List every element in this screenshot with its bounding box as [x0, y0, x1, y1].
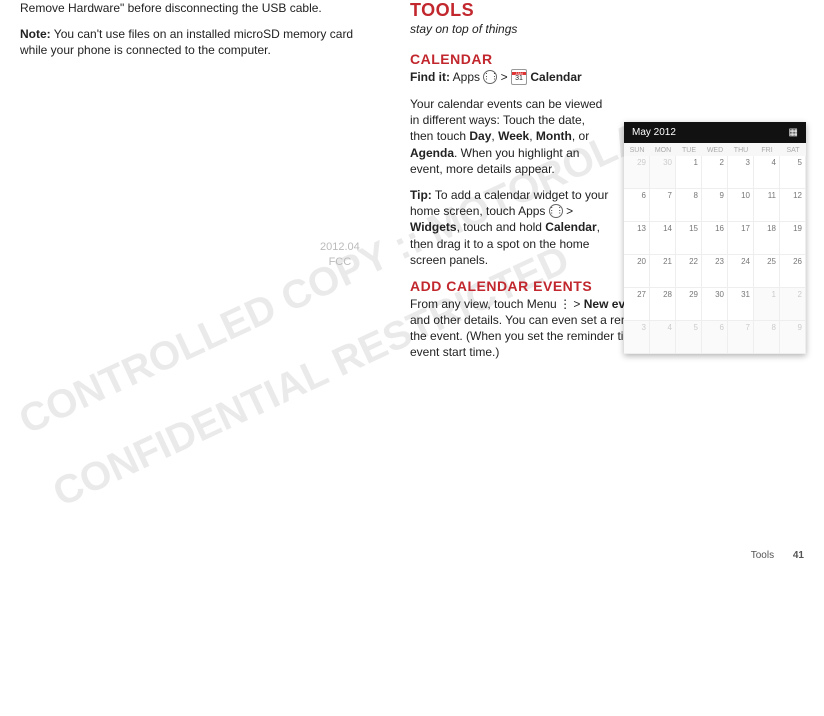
calendar-header: May 2012 ▦ — [624, 122, 806, 143]
calendar-day-cell[interactable]: 17 — [728, 222, 754, 255]
find-it-line: Find it: Apps ⋮⋮ > JAN31 Calendar — [410, 69, 610, 86]
calendar-day-cell[interactable]: 8 — [754, 321, 780, 354]
calendar-day-cell[interactable]: 30 — [650, 156, 676, 189]
tip-paragraph: Tip: To add a calendar widget to your ho… — [410, 187, 610, 268]
calendar-day-cell[interactable]: 20 — [624, 255, 650, 288]
calendar-day-cell[interactable]: 16 — [702, 222, 728, 255]
page: Remove Hardware" before disconnecting th… — [0, 0, 824, 569]
calendar-dow-cell: TUE — [676, 143, 702, 156]
calendar-widget: May 2012 ▦ SUNMONTUEWEDTHUFRISAT 2930123… — [624, 122, 806, 354]
calendar-text-wrap: Find it: Apps ⋮⋮ > JAN31 Calendar Your c… — [410, 69, 610, 294]
calendar-day-cell[interactable]: 29 — [624, 156, 650, 189]
c2: , — [529, 129, 536, 143]
add-a: From any view, touch Menu — [410, 297, 560, 311]
calendar-day-cell[interactable]: 18 — [754, 222, 780, 255]
calendar-day-cell[interactable]: 2 — [702, 156, 728, 189]
calendar-day-cell[interactable]: 30 — [702, 288, 728, 321]
add-b: > — [570, 297, 584, 311]
calendar-day-cell[interactable]: 28 — [650, 288, 676, 321]
calendar-dow-cell: FRI — [754, 143, 780, 156]
calendar-day-cell[interactable]: 4 — [754, 156, 780, 189]
agenda-bold: Agenda — [410, 146, 454, 160]
calendar-day-cell[interactable]: 1 — [676, 156, 702, 189]
tip-c: , touch and hold — [457, 220, 546, 234]
calendar-dow-cell: SUN — [624, 143, 650, 156]
calendar-day-cell[interactable]: 22 — [676, 255, 702, 288]
widgets-bold: Widgets — [410, 220, 457, 234]
left-column: Remove Hardware" before disconnecting th… — [20, 0, 410, 539]
apps-icon: ⋮⋮ — [483, 70, 497, 84]
right-column: TOOLS stay on top of things CALENDAR Fin… — [410, 0, 800, 539]
calendar-heading: CALENDAR — [410, 51, 800, 67]
calendar-dow-cell: WED — [702, 143, 728, 156]
add-events-heading: ADD CALENDAR EVENTS — [410, 278, 610, 294]
calendar-bold: Calendar — [545, 220, 596, 234]
tip-label: Tip: — [410, 188, 432, 202]
calendar-day-cell[interactable]: 15 — [676, 222, 702, 255]
view-paragraph: Your calendar events can be viewed in di… — [410, 96, 610, 177]
calendar-day-cell[interactable]: 9 — [702, 189, 728, 222]
findit-label: Find it: — [410, 70, 450, 84]
calendar-day-cell[interactable]: 24 — [728, 255, 754, 288]
calendar-day-cell[interactable]: 6 — [624, 189, 650, 222]
calendar-day-cell[interactable]: 11 — [754, 189, 780, 222]
calendar-day-cell[interactable]: 8 — [676, 189, 702, 222]
calendar-day-cell[interactable]: 26 — [780, 255, 806, 288]
calendar-dow-cell: THU — [728, 143, 754, 156]
calendar-day-cell[interactable]: 23 — [702, 255, 728, 288]
calendar-day-cell[interactable]: 3 — [624, 321, 650, 354]
apps-icon-2: ⋮⋮ — [549, 204, 563, 218]
menu-icon: ⋮ — [560, 297, 570, 311]
calendar-day-cell[interactable]: 6 — [702, 321, 728, 354]
calendar-title: May 2012 — [632, 127, 676, 138]
calendar-day-cell[interactable]: 2 — [780, 288, 806, 321]
findit-b: > — [497, 70, 511, 84]
calendar-day-cell[interactable]: 31 — [728, 288, 754, 321]
calendar-grid: 2930123456789101112131415161718192021222… — [624, 156, 806, 354]
calendar-day-cell[interactable]: 10 — [728, 189, 754, 222]
tools-subtitle: stay on top of things — [410, 21, 800, 37]
findit-c: Calendar — [527, 70, 582, 84]
day-bold: Day — [469, 129, 491, 143]
calendar-day-cell[interactable]: 7 — [728, 321, 754, 354]
calendar-day-cell[interactable]: 5 — [780, 156, 806, 189]
calendar-day-cell[interactable]: 27 — [624, 288, 650, 321]
left-p1-text: Remove Hardware" before disconnecting th… — [20, 1, 322, 15]
calendar-day-cell[interactable]: 7 — [650, 189, 676, 222]
month-bold: Month — [536, 129, 572, 143]
left-note: Note: You can't use files on an installe… — [20, 26, 380, 58]
calendar-day-cell[interactable]: 9 — [780, 321, 806, 354]
calendar-day-cell[interactable]: 14 — [650, 222, 676, 255]
calendar-day-cell[interactable]: 4 — [650, 321, 676, 354]
calendar-day-cell[interactable]: 3 — [728, 156, 754, 189]
findit-a: Apps — [450, 70, 483, 84]
week-bold: Week — [498, 129, 529, 143]
calendar-header-icon: ▦ — [789, 127, 798, 138]
calendar-day-cell[interactable]: 12 — [780, 189, 806, 222]
tools-heading: TOOLS — [410, 0, 800, 21]
tip-a: To add a calendar widget to your home sc… — [410, 188, 608, 218]
note-label: Note: — [20, 27, 51, 41]
calendar-icon: JAN31 — [511, 69, 527, 85]
calendar-day-cell[interactable]: 19 — [780, 222, 806, 255]
calendar-dow-cell: SAT — [780, 143, 806, 156]
calendar-dow-row: SUNMONTUEWEDTHUFRISAT — [624, 143, 806, 156]
calendar-day-cell[interactable]: 5 — [676, 321, 702, 354]
calendar-day-cell[interactable]: 1 — [754, 288, 780, 321]
calendar-day-cell[interactable]: 29 — [676, 288, 702, 321]
tip-b: > — [563, 204, 573, 218]
left-paragraph-1: Remove Hardware" before disconnecting th… — [20, 0, 380, 16]
calendar-day-cell[interactable]: 25 — [754, 255, 780, 288]
calendar-dow-cell: MON — [650, 143, 676, 156]
c3: , or — [572, 129, 589, 143]
note-text: You can't use files on an installed micr… — [20, 27, 353, 57]
calendar-day-cell[interactable]: 13 — [624, 222, 650, 255]
calendar-day-cell[interactable]: 21 — [650, 255, 676, 288]
